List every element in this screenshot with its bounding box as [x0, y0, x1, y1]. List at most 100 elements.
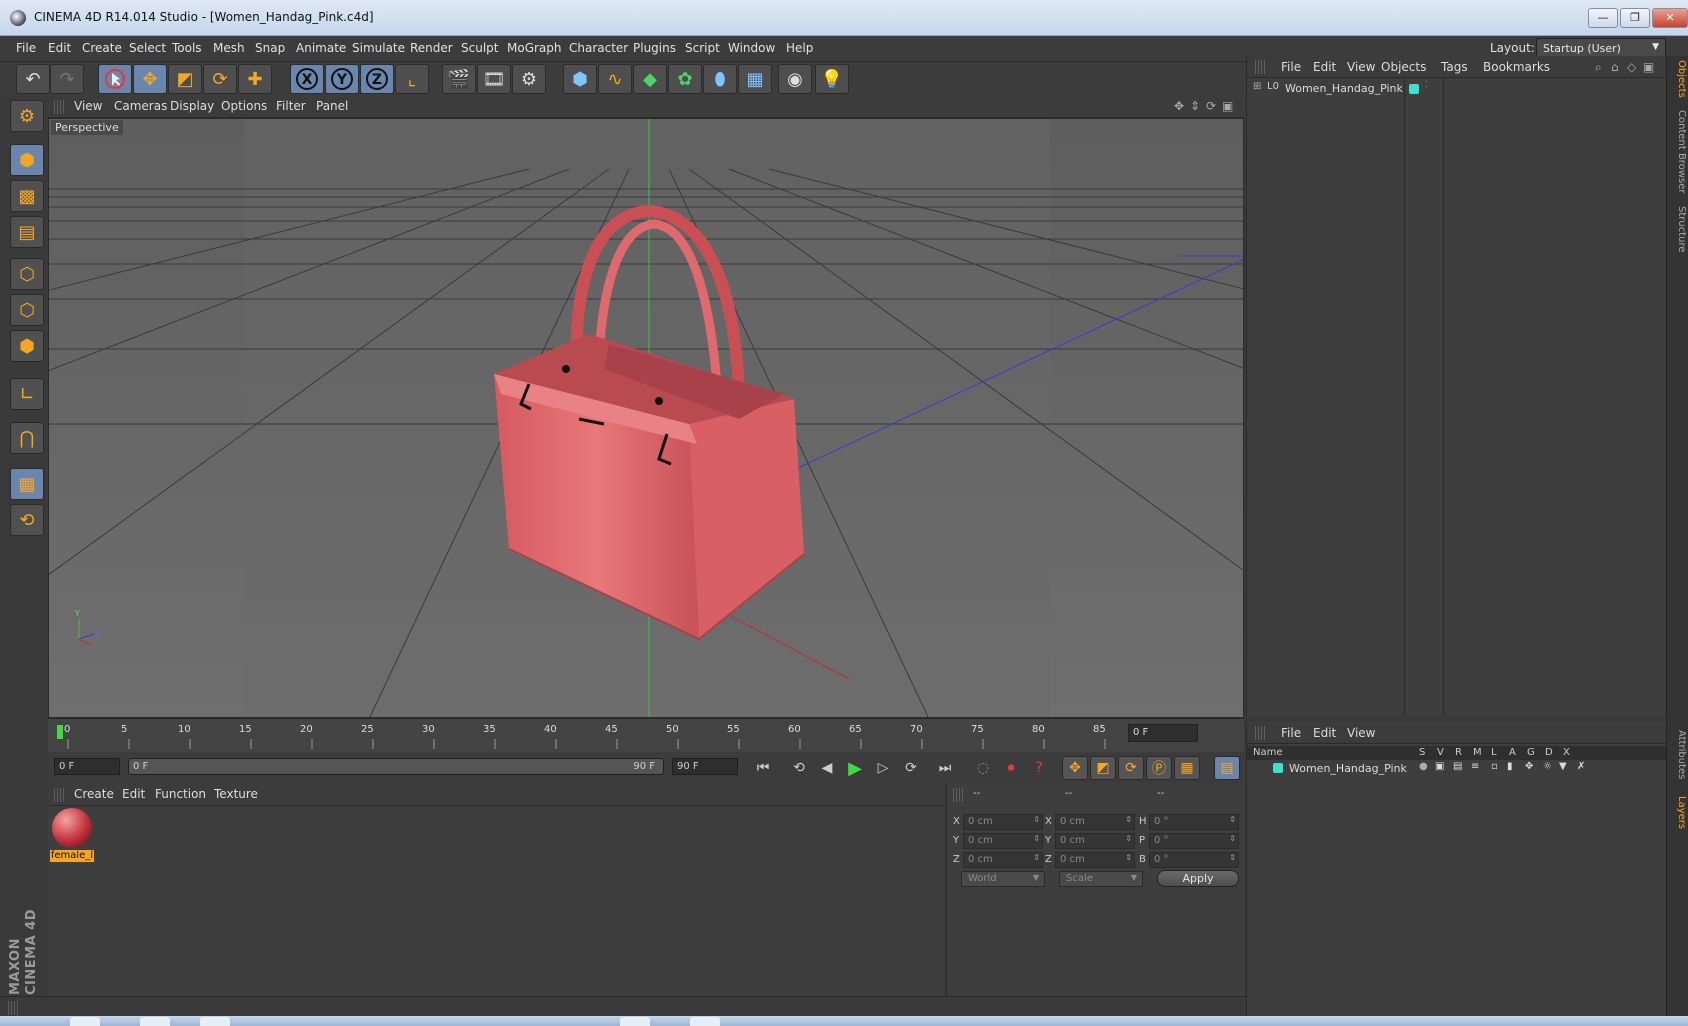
- material-menu-edit[interactable]: Edit: [122, 787, 145, 801]
- edges-mode-icon[interactable]: ⬡: [10, 294, 44, 326]
- edit-render-settings-icon[interactable]: ⚙: [512, 64, 546, 94]
- menu-file[interactable]: File: [16, 41, 36, 55]
- next-frame-icon[interactable]: ▷: [870, 756, 896, 780]
- axis-mode-icon[interactable]: ∟: [10, 378, 44, 410]
- menu-edit[interactable]: Edit: [48, 41, 71, 55]
- key-scale-icon[interactable]: ◩: [1090, 756, 1116, 780]
- material-menu-texture[interactable]: Texture: [214, 787, 258, 801]
- render-view-icon[interactable]: 🎬: [442, 64, 476, 94]
- playhead-marker[interactable]: [57, 725, 63, 739]
- col-view[interactable]: V: [1437, 747, 1444, 758]
- viewport-pan-icon[interactable]: ✥: [1174, 99, 1184, 113]
- material-swatch[interactable]: female_l: [50, 806, 94, 862]
- rotation-p-input[interactable]: 0 ° ⇕: [1149, 833, 1239, 849]
- viewport-menu-view[interactable]: View: [74, 99, 102, 113]
- coordinate-mode-select[interactable]: World ▼: [961, 871, 1045, 887]
- live-selection-icon[interactable]: [98, 64, 132, 94]
- col-solo[interactable]: S: [1419, 747, 1425, 758]
- viewport-menu-filter[interactable]: Filter: [276, 99, 306, 113]
- animation-icon[interactable]: ▮: [1507, 761, 1513, 772]
- object-menu-tags[interactable]: Tags: [1441, 60, 1468, 74]
- layer-menu-edit[interactable]: Edit: [1313, 726, 1336, 740]
- solo-dot-icon[interactable]: ●: [1419, 761, 1428, 772]
- manager-icon[interactable]: ≡: [1471, 761, 1479, 772]
- col-name[interactable]: Name: [1253, 747, 1283, 758]
- menu-animate[interactable]: Animate: [296, 41, 346, 55]
- previous-frame-icon[interactable]: ◀: [814, 756, 840, 780]
- panel-grip-icon[interactable]: [54, 100, 64, 114]
- menu-help[interactable]: Help: [786, 41, 813, 55]
- go-to-end-icon[interactable]: ⏭: [932, 756, 958, 780]
- maximize-button[interactable]: ❐: [1620, 8, 1650, 28]
- tab-content-browser[interactable]: Content Browser: [1669, 110, 1687, 193]
- make-editable-icon[interactable]: ⚙: [10, 100, 44, 132]
- layer-menu-view[interactable]: View: [1347, 726, 1375, 740]
- panel-grip-icon[interactable]: [1255, 60, 1265, 74]
- col-animation[interactable]: A: [1509, 747, 1516, 758]
- position-z-input[interactable]: 0 cm ⇕: [963, 852, 1043, 868]
- menu-select[interactable]: Select: [129, 41, 166, 55]
- snap-magnet-icon[interactable]: ⋂: [10, 422, 44, 454]
- viewport-menu-cameras[interactable]: Cameras: [114, 99, 167, 113]
- position-x-input[interactable]: 0 cm ⇕: [963, 814, 1043, 830]
- previous-keyframe-icon[interactable]: ⟲: [786, 756, 812, 780]
- spline-icon[interactable]: ∿: [598, 64, 632, 94]
- record-active-objects-icon[interactable]: ◌: [970, 756, 996, 780]
- cube-icon[interactable]: ⬢: [563, 64, 597, 94]
- menu-window[interactable]: Window: [728, 41, 775, 55]
- timeline-ruler[interactable]: 0 5 10 15 20 25 30 35 40 45 50 55 60 65 …: [48, 718, 1244, 752]
- object-menu-objects[interactable]: Objects: [1381, 60, 1426, 74]
- spinner-icon[interactable]: ⇕: [1033, 853, 1040, 862]
- frame-range-slider[interactable]: 0 F 90 F: [128, 758, 664, 775]
- undo-icon[interactable]: ↶: [16, 64, 50, 94]
- spinner-icon[interactable]: ⇕: [1229, 815, 1236, 824]
- menu-tools[interactable]: Tools: [172, 41, 202, 55]
- home-icon[interactable]: ⌂: [1611, 60, 1619, 74]
- minimize-button[interactable]: —: [1588, 8, 1618, 28]
- autokeying-icon[interactable]: ⏺: [998, 756, 1024, 780]
- col-render[interactable]: R: [1455, 747, 1462, 758]
- search-icon[interactable]: ⌕: [1595, 60, 1602, 75]
- menu-snap[interactable]: Snap: [255, 41, 285, 55]
- new-view-icon[interactable]: ▣: [1643, 60, 1654, 74]
- z-axis-icon[interactable]: Z: [360, 64, 394, 94]
- object-menu-file[interactable]: File: [1281, 60, 1301, 74]
- floor-icon[interactable]: ▦: [738, 64, 772, 94]
- xref-icon[interactable]: ✗: [1577, 761, 1585, 772]
- menu-script[interactable]: Script: [685, 41, 720, 55]
- material-menu-function[interactable]: Function: [155, 787, 206, 801]
- y-axis-icon[interactable]: Y: [325, 64, 359, 94]
- deformer-icon[interactable]: ⬮: [703, 64, 737, 94]
- start-frame-field[interactable]: 0 F: [54, 758, 120, 775]
- render-picture-viewer-icon[interactable]: 🎞: [477, 64, 511, 94]
- add-icon[interactable]: ✚: [238, 64, 272, 94]
- keyframe-selection-icon[interactable]: ?: [1026, 756, 1052, 780]
- redo-icon[interactable]: ↷: [50, 64, 84, 94]
- taskbar-item[interactable]: [620, 1017, 650, 1026]
- close-button[interactable]: ✕: [1652, 8, 1688, 28]
- spinner-icon[interactable]: ⇕: [1125, 815, 1132, 824]
- current-frame-field[interactable]: 0 F: [1128, 724, 1198, 742]
- spinner-icon[interactable]: ⇕: [1033, 815, 1040, 824]
- object-menu-view[interactable]: View: [1347, 60, 1375, 74]
- layer-menu-file[interactable]: File: [1281, 726, 1301, 740]
- key-position-icon[interactable]: ✥: [1062, 756, 1088, 780]
- viewport-menu-panel[interactable]: Panel: [316, 99, 348, 113]
- menu-mesh[interactable]: Mesh: [213, 41, 245, 55]
- back-icon[interactable]: ◇: [1627, 60, 1636, 74]
- rotation-h-input[interactable]: 0 ° ⇕: [1149, 814, 1239, 830]
- object-menu-edit[interactable]: Edit: [1313, 60, 1336, 74]
- workplane-lock-icon[interactable]: ▦: [10, 468, 44, 500]
- menu-sculpt[interactable]: Sculpt: [461, 41, 498, 55]
- object-row[interactable]: ⊞ L0 Women_Handag_Pink ⁚: [1249, 80, 1661, 98]
- menu-plugins[interactable]: Plugins: [633, 41, 676, 55]
- size-y-input[interactable]: 0 cm ⇕: [1055, 833, 1135, 849]
- menu-create[interactable]: Create: [82, 41, 122, 55]
- col-locked[interactable]: L: [1491, 747, 1497, 758]
- move-icon[interactable]: ✥: [133, 64, 167, 94]
- col-deformers[interactable]: D: [1545, 747, 1553, 758]
- layout-select[interactable]: Startup (User) ▼: [1536, 38, 1666, 58]
- points-mode-icon[interactable]: ⬡: [10, 258, 44, 290]
- spinner-icon[interactable]: ⇕: [1229, 853, 1236, 862]
- spinner-icon[interactable]: ⇕: [1229, 834, 1236, 843]
